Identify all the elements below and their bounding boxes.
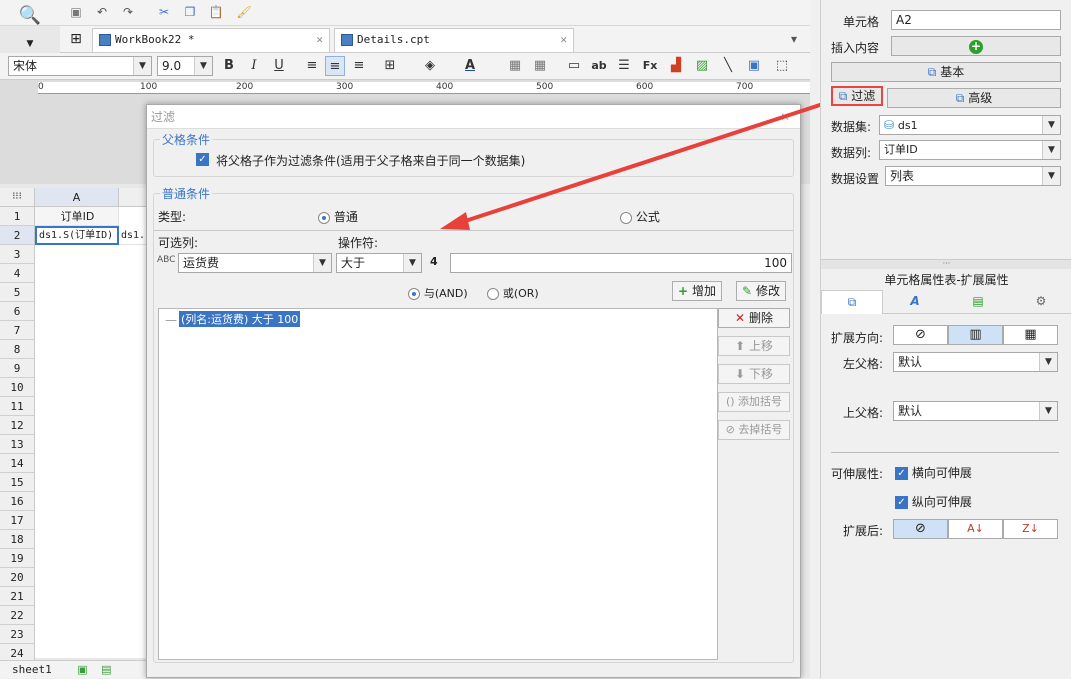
horizontal-stretch-checkbox[interactable]: ✓ 横向可伸展 — [895, 464, 972, 481]
chevron-down-icon: ▼ — [1042, 141, 1060, 159]
expand-none-button[interactable]: ⊘ — [893, 325, 948, 345]
left-parent-label: 左父格: — [843, 357, 884, 371]
expand-direction-label: 扩展方向: — [831, 331, 884, 345]
insert-label: 插入内容 — [831, 41, 880, 55]
basic-button[interactable]: ⧉ 基本 — [831, 62, 1061, 82]
checkmark-icon: ✓ — [895, 496, 908, 509]
add-icon: + — [969, 39, 983, 54]
expand-vertical-button[interactable]: ▥ — [948, 325, 1003, 345]
no-expand-icon: ⊘ — [915, 327, 926, 342]
gear-icon[interactable]: ⚙ — [1010, 290, 1071, 314]
dataset-select[interactable]: ⛁ ds1 ▼ — [879, 115, 1061, 135]
top-parent-select[interactable]: 默认 ▼ — [893, 401, 1058, 421]
filter-button[interactable]: ⧉ 过滤 — [831, 86, 883, 106]
dataset-label: 数据集: — [831, 120, 872, 134]
after-expand-label: 扩展后: — [843, 524, 884, 538]
horizontal-expand-icon: ▦ — [1024, 327, 1037, 342]
stretch-label: 可伸展性: — [831, 467, 884, 481]
sort-desc-icon: Z↓ — [1022, 522, 1039, 535]
props-title: 单元格属性表-扩展属性 — [884, 273, 1009, 287]
sort-asc-button[interactable]: A↓ — [948, 519, 1003, 539]
chevron-down-icon: ▼ — [1042, 116, 1060, 134]
checkmark-icon: ✓ — [895, 467, 908, 480]
advanced-button[interactable]: ⧉ 高级 — [887, 88, 1061, 108]
expand-horizontal-button[interactable]: ▦ — [1003, 325, 1058, 345]
filter-icon: ⧉ — [838, 89, 848, 103]
other-tab-icon[interactable]: ▤ — [947, 290, 1009, 314]
vertical-expand-icon: ▥ — [969, 327, 982, 342]
advanced-icon: ⧉ — [955, 91, 965, 105]
no-sort-icon: ⊘ — [915, 521, 926, 536]
panel-splitter[interactable]: ··· — [821, 259, 1071, 269]
top-parent-label: 上父格: — [843, 406, 884, 420]
left-parent-select[interactable]: 默认 ▼ — [893, 352, 1058, 372]
after-expand-none-button[interactable]: ⊘ — [893, 519, 948, 539]
cell-input[interactable]: A2 — [891, 10, 1061, 30]
cell-label: 单元格 — [843, 15, 880, 29]
column-label: 数据列: — [831, 146, 872, 160]
setting-label: 数据设置 — [831, 172, 880, 186]
data-setting-select[interactable]: 列表 ▼ — [885, 166, 1061, 186]
chevron-down-icon: ▼ — [1039, 402, 1057, 420]
insert-content-button[interactable]: + — [891, 36, 1061, 56]
sort-asc-icon: A↓ — [967, 522, 984, 535]
vertical-stretch-checkbox[interactable]: ✓ 纵向可伸展 — [895, 493, 972, 510]
props-tabs: ⧉ A ▤ ⚙ — [821, 290, 1071, 314]
chevron-down-icon: ▼ — [1039, 353, 1057, 371]
database-icon: ⛁ — [884, 118, 895, 132]
chevron-down-icon: ▼ — [1042, 167, 1060, 185]
right-panel: 单元格 A2 插入内容 + ⧉ 基本 ⧉ 过滤 ⧉ 高级 数据集: ⛁ ds1 ▼… — [820, 0, 1071, 678]
style-tab-icon[interactable]: A — [884, 290, 946, 314]
basic-icon: ⧉ — [927, 65, 937, 79]
sort-desc-button[interactable]: Z↓ — [1003, 519, 1058, 539]
divider — [831, 452, 1059, 453]
expand-tab-icon[interactable]: ⧉ — [821, 290, 883, 314]
column-select[interactable]: 订单ID ▼ — [879, 140, 1061, 160]
